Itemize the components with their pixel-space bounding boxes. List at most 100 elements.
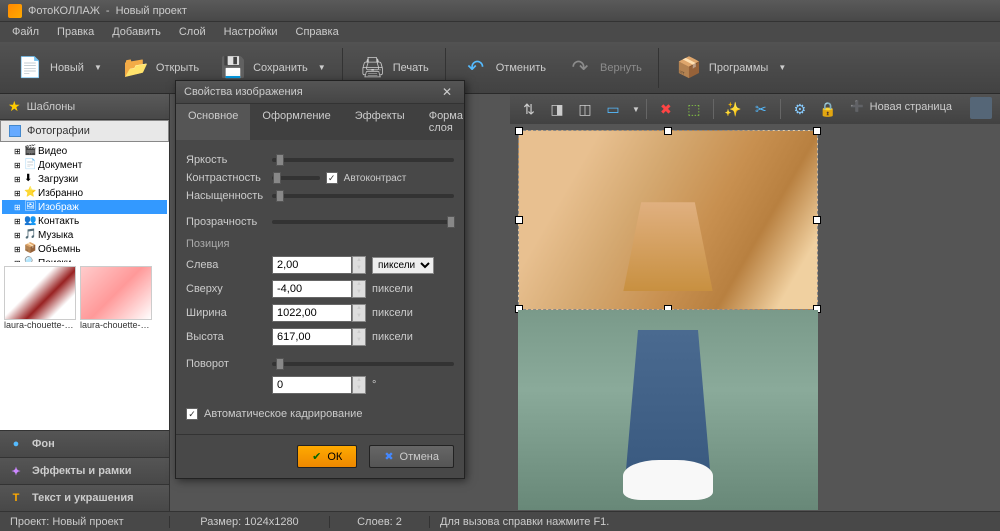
redo-icon: ↷ xyxy=(566,54,594,82)
saturation-slider[interactable] xyxy=(272,194,454,198)
lock-icon[interactable]: 🔒 xyxy=(815,97,841,121)
position-section: Позиция xyxy=(186,238,454,250)
autocrop-checkbox[interactable]: ✓ xyxy=(186,408,198,420)
gear-icon[interactable]: ⚙ xyxy=(787,97,813,121)
delete-icon[interactable]: ✖ xyxy=(653,97,679,121)
rotation-slider[interactable] xyxy=(272,362,454,366)
menu-help[interactable]: Справка xyxy=(288,24,347,40)
tab-main[interactable]: Основное xyxy=(176,104,250,140)
spinner[interactable]: ▲▼ xyxy=(352,256,366,274)
width-input[interactable] xyxy=(272,304,352,322)
top-input[interactable] xyxy=(272,280,352,298)
tree-item[interactable]: ⊞📦Объемнь xyxy=(2,242,167,256)
programs-button[interactable]: 📦Программы▼ xyxy=(667,50,794,86)
canvas-page[interactable] xyxy=(518,130,818,510)
star-icon: ★ xyxy=(8,98,21,115)
text-icon: T xyxy=(8,490,24,506)
new-button[interactable]: 📄Новый▼ xyxy=(8,50,110,86)
cancel-button[interactable]: ✖Отмена xyxy=(369,445,454,468)
rotate-handle[interactable] xyxy=(663,215,673,225)
app-logo-icon xyxy=(8,4,22,18)
arrange-icon[interactable]: ⇅ xyxy=(516,97,542,121)
tab-design[interactable]: Оформление xyxy=(250,104,342,140)
undo-icon: ↶ xyxy=(462,54,490,82)
autocontrast-checkbox[interactable]: ✓ xyxy=(326,172,338,184)
templates-header[interactable]: ★Шаблоны xyxy=(0,94,169,120)
tab-shape[interactable]: Форма слоя xyxy=(417,104,475,140)
photo-icon xyxy=(9,125,21,137)
unit-select[interactable]: пиксели xyxy=(372,257,434,274)
spinner[interactable]: ▲▼ xyxy=(352,376,366,394)
programs-icon: 📦 xyxy=(675,54,703,82)
close-icon[interactable]: ✕ xyxy=(438,85,456,99)
save-icon: 💾 xyxy=(219,54,247,82)
flip-h-icon[interactable]: ◨ xyxy=(544,97,570,121)
crop-icon[interactable]: ⬚ xyxy=(681,97,707,121)
resize-handle[interactable] xyxy=(813,216,821,224)
tree-item[interactable]: ⊞🖼Изображ xyxy=(2,200,167,214)
spinner[interactable]: ▲▼ xyxy=(352,328,366,346)
check-icon: ✔ xyxy=(312,450,321,463)
contrast-slider[interactable] xyxy=(272,176,320,180)
sidebar: ★Шаблоны Фотографии ⊞🎬Видео⊞📄Документ⊞⬇З… xyxy=(0,94,170,511)
tree-item[interactable]: ⊞📄Документ xyxy=(2,158,167,172)
magic-icon[interactable]: ✨ xyxy=(720,97,746,121)
left-input[interactable] xyxy=(272,256,352,274)
menu-layer[interactable]: Слой xyxy=(171,24,214,40)
frame-icon[interactable]: ▭ xyxy=(600,97,626,121)
print-icon: 🖨 xyxy=(359,54,387,82)
resize-handle[interactable] xyxy=(515,216,523,224)
resize-handle[interactable] xyxy=(813,127,821,135)
thumbnail[interactable]: laura-chouette-_ K... xyxy=(80,266,152,330)
brightness-label: Яркость xyxy=(186,154,266,166)
sidebar-background[interactable]: ●Фон xyxy=(0,430,169,457)
titlebar: ФотоКОЛЛАЖ - Новый проект xyxy=(0,0,1000,22)
tree-item[interactable]: ⊞🎵Музыка xyxy=(2,228,167,242)
image-layer[interactable] xyxy=(518,310,818,510)
opacity-label: Прозрачность xyxy=(186,216,266,228)
globe-icon: ● xyxy=(8,436,24,452)
menu-settings[interactable]: Настройки xyxy=(216,24,286,40)
thumbnails: laura-chouette-KA... laura-chouette-_ K.… xyxy=(0,262,169,430)
sparkle-icon: ✦ xyxy=(8,463,24,479)
spinner[interactable]: ▲▼ xyxy=(352,280,366,298)
close-icon: ✖ xyxy=(384,450,393,463)
dialog-titlebar[interactable]: Свойства изображения ✕ xyxy=(176,81,464,104)
page-icon[interactable] xyxy=(970,97,992,119)
spinner[interactable]: ▲▼ xyxy=(352,304,366,322)
image-layer-selected[interactable] xyxy=(518,130,818,310)
sidebar-text[interactable]: TТекст и украшения xyxy=(0,484,169,511)
redo-button[interactable]: ↷Вернуть xyxy=(558,50,650,86)
menu-add[interactable]: Добавить xyxy=(104,24,169,40)
ok-button[interactable]: ✔ОК xyxy=(297,445,357,468)
folder-tree[interactable]: ⊞🎬Видео⊞📄Документ⊞⬇Загрузки⊞⭐Избранно⊞🖼И… xyxy=(0,142,169,262)
tree-item[interactable]: ⊞⭐Избранно xyxy=(2,186,167,200)
brightness-slider[interactable] xyxy=(272,158,454,162)
tree-item[interactable]: ⊞🎬Видео xyxy=(2,144,167,158)
canvas-toolbar: ⇅ ◨ ◫ ▭ ▼ ✖ ⬚ ✨ ✂ ⚙ 🔒 ➕Новая страница xyxy=(510,94,1000,124)
open-icon: 📂 xyxy=(122,54,150,82)
undo-button[interactable]: ↶Отменить xyxy=(454,50,554,86)
resize-handle[interactable] xyxy=(515,127,523,135)
height-input[interactable] xyxy=(272,328,352,346)
tree-item[interactable]: ⊞⬇Загрузки xyxy=(2,172,167,186)
new-page-button[interactable]: ➕Новая страница xyxy=(842,97,960,116)
sidebar-effects[interactable]: ✦Эффекты и рамки xyxy=(0,457,169,484)
plus-icon: ➕ xyxy=(850,100,864,113)
photos-tab[interactable]: Фотографии xyxy=(0,120,169,142)
thumbnail[interactable]: laura-chouette-KA... xyxy=(4,266,76,330)
chevron-down-icon: ▼ xyxy=(94,63,102,72)
flip-v-icon[interactable]: ◫ xyxy=(572,97,598,121)
chevron-down-icon: ▼ xyxy=(318,63,326,72)
tab-effects[interactable]: Эффекты xyxy=(343,104,417,140)
opacity-slider[interactable] xyxy=(272,220,454,224)
chevron-down-icon[interactable]: ▼ xyxy=(632,105,640,114)
rotation-input[interactable] xyxy=(272,376,352,394)
resize-handle[interactable] xyxy=(664,127,672,135)
menu-edit[interactable]: Правка xyxy=(49,24,102,40)
menu-file[interactable]: Файл xyxy=(4,24,47,40)
image-properties-dialog: Свойства изображения ✕ Основное Оформлен… xyxy=(175,80,465,479)
chevron-down-icon: ▼ xyxy=(778,63,786,72)
cut-icon[interactable]: ✂ xyxy=(748,97,774,121)
tree-item[interactable]: ⊞👥Контакть xyxy=(2,214,167,228)
